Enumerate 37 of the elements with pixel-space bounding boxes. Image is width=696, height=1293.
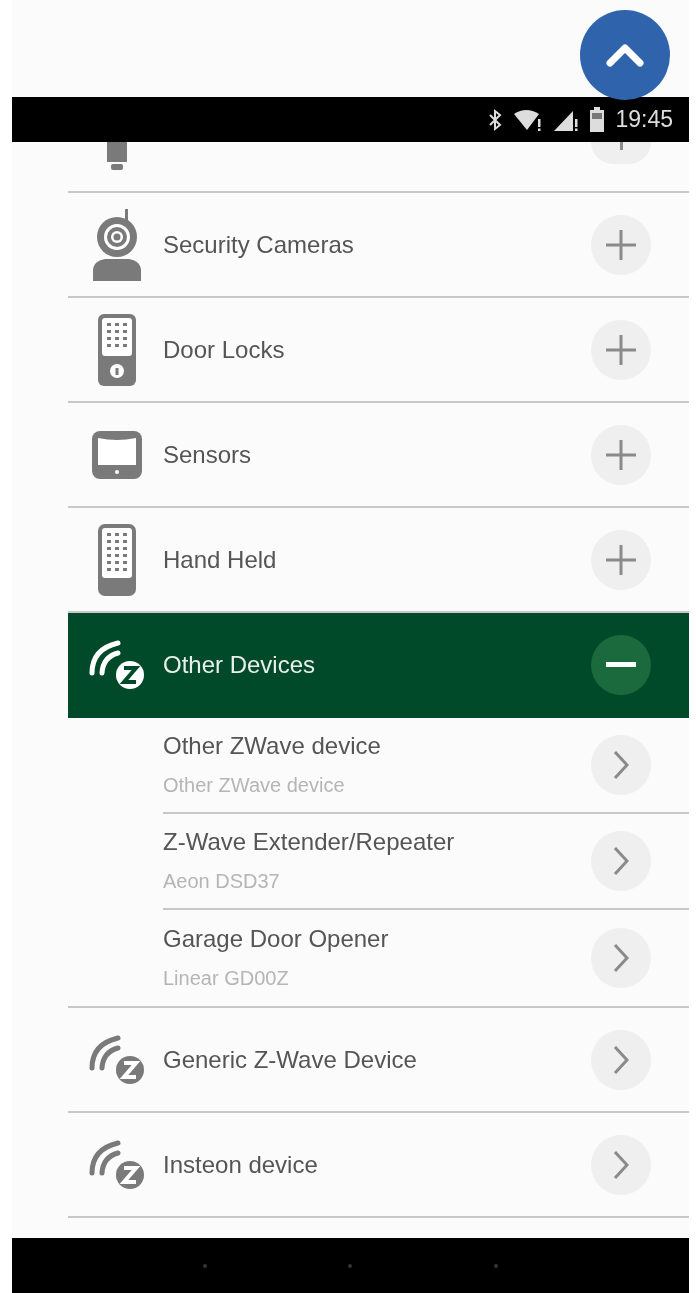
- battery-icon: [589, 106, 606, 133]
- category-label: Other Devices: [163, 649, 317, 680]
- category-label: Sensors: [163, 439, 253, 470]
- chevron-right-icon: [613, 846, 629, 876]
- plus-icon: [606, 334, 636, 365]
- keypad-lock-icon: [98, 313, 136, 386]
- device-title: Other ZWave device: [163, 731, 382, 761]
- sensor-icon: [92, 430, 142, 479]
- category-header[interactable]: Other Devices: [68, 613, 689, 718]
- chevron-right-icon: [613, 943, 629, 973]
- device-model: Other ZWave device: [163, 773, 346, 798]
- category-label: Hand Held: [163, 544, 278, 575]
- webcam-icon: [91, 208, 143, 281]
- plus-icon: [606, 439, 636, 470]
- chevron-right-icon: [613, 1044, 629, 1075]
- z-wave-signal-icon: [88, 638, 146, 691]
- bluetooth-icon: [487, 107, 504, 132]
- device-title: Garage Door Opener: [163, 924, 390, 954]
- chevron-right-icon: [613, 1149, 629, 1180]
- category-label: Insteon device: [163, 1149, 319, 1180]
- lamp-base-icon: [106, 142, 128, 172]
- wifi-icon: [513, 107, 544, 132]
- plus-icon: [606, 229, 636, 260]
- minus-icon: [606, 662, 636, 667]
- category-label: Generic Z-Wave Device: [163, 1044, 418, 1075]
- clock-time: 19:45: [615, 105, 673, 135]
- handheld-remote-icon: [98, 523, 136, 596]
- chevron-right-icon: [613, 750, 629, 780]
- plus-icon: [606, 544, 636, 575]
- device-model: Aeon DSD37: [163, 869, 281, 894]
- z-wave-signal-icon: [88, 1138, 146, 1191]
- z-wave-signal-icon: [88, 1033, 146, 1086]
- chevron-up-icon: [605, 42, 645, 68]
- device-title: Z-Wave Extender/Repeater: [163, 827, 456, 857]
- category-label: Door Locks: [163, 334, 286, 365]
- device-model: Linear GD00Z: [163, 966, 290, 991]
- category-label: Security Cameras: [163, 229, 355, 260]
